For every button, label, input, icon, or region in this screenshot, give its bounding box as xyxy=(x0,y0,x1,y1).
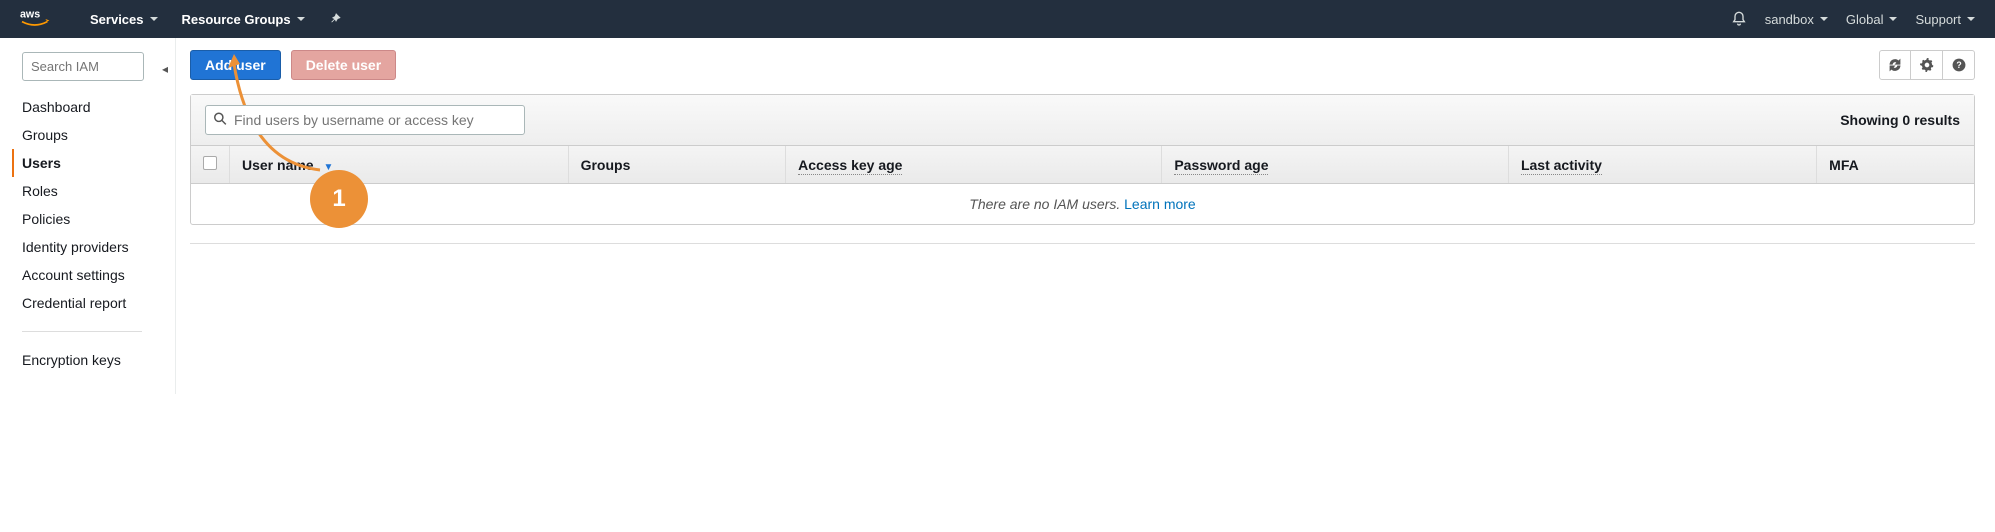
gear-icon xyxy=(1920,58,1934,72)
sidebar-item-account-settings[interactable]: Account settings xyxy=(12,261,160,289)
empty-state-text: There are no IAM users. xyxy=(969,196,1124,212)
column-access-key-age-label: Access key age xyxy=(798,157,902,175)
chevron-down-icon xyxy=(150,17,158,21)
chevron-down-icon xyxy=(1820,17,1828,21)
panel-header: Showing 0 results xyxy=(191,95,1974,146)
nav-resource-groups[interactable]: Resource Groups xyxy=(182,12,305,27)
column-groups[interactable]: Groups xyxy=(568,146,786,184)
nav-services-label: Services xyxy=(90,12,144,27)
sidebar-item-credential-report[interactable]: Credential report xyxy=(12,289,160,317)
nav-support[interactable]: Support xyxy=(1915,12,1975,27)
sidebar-item-users[interactable]: Users xyxy=(12,149,160,177)
column-mfa[interactable]: MFA xyxy=(1817,146,1974,184)
sidebar-divider xyxy=(22,331,142,332)
bottom-rule xyxy=(190,243,1975,244)
chevron-down-icon xyxy=(1889,17,1897,21)
sort-asc-icon: ▼ xyxy=(323,162,333,173)
refresh-icon xyxy=(1888,58,1902,72)
nav-resource-groups-label: Resource Groups xyxy=(182,12,291,27)
chevron-down-icon xyxy=(297,17,305,21)
chevron-down-icon xyxy=(1967,17,1975,21)
svg-text:aws: aws xyxy=(20,9,40,21)
column-password-age-label: Password age xyxy=(1174,157,1268,175)
results-count: Showing 0 results xyxy=(1840,112,1960,128)
sidebar-item-encryption-keys[interactable]: Encryption keys xyxy=(12,346,160,374)
help-button[interactable]: ? xyxy=(1943,50,1975,80)
search-icon xyxy=(213,112,227,129)
users-panel: Showing 0 results User name ▼ Groups Acc… xyxy=(190,94,1975,225)
sidebar-item-policies[interactable]: Policies xyxy=(12,205,160,233)
nav-support-label: Support xyxy=(1915,12,1961,27)
filter-users-input[interactable] xyxy=(205,105,525,135)
top-nav-right: sandbox Global Support xyxy=(1731,11,1975,27)
nav-notifications[interactable] xyxy=(1731,11,1747,27)
svg-text:?: ? xyxy=(1956,60,1961,70)
top-nav-bar: aws Services Resource Groups sandbox xyxy=(0,0,1995,38)
checkbox-icon xyxy=(203,156,217,170)
bell-icon xyxy=(1731,11,1747,27)
help-icon: ? xyxy=(1952,58,1966,72)
filter-box xyxy=(205,105,525,135)
column-username[interactable]: User name ▼ xyxy=(230,146,569,184)
top-nav-left: Services Resource Groups xyxy=(90,12,343,27)
users-table: User name ▼ Groups Access key age Passwo… xyxy=(191,146,1974,224)
column-last-activity[interactable]: Last activity xyxy=(1508,146,1816,184)
sidebar-collapse-handle[interactable]: ◂ xyxy=(160,38,176,394)
add-user-button[interactable]: Add user xyxy=(190,50,281,80)
sidebar: Dashboard Groups Users Roles Policies Id… xyxy=(0,38,160,394)
settings-button[interactable] xyxy=(1911,50,1943,80)
column-select-all[interactable] xyxy=(191,146,230,184)
column-username-label: User name xyxy=(242,157,314,173)
aws-logo[interactable]: aws xyxy=(20,7,60,31)
nav-pin[interactable] xyxy=(329,12,343,26)
toolbar: Add user Delete user ? xyxy=(190,50,1975,80)
column-last-activity-label: Last activity xyxy=(1521,157,1602,175)
nav-region-label: Global xyxy=(1846,12,1884,27)
nav-services[interactable]: Services xyxy=(90,12,158,27)
refresh-button[interactable] xyxy=(1879,50,1911,80)
chevron-left-icon: ◂ xyxy=(162,62,168,76)
sidebar-nav-bottom: Encryption keys xyxy=(22,346,160,374)
column-access-key-age[interactable]: Access key age xyxy=(786,146,1162,184)
sidebar-item-dashboard[interactable]: Dashboard xyxy=(12,93,160,121)
empty-state-row: There are no IAM users. Learn more xyxy=(191,184,1974,225)
nav-region[interactable]: Global xyxy=(1846,12,1898,27)
search-iam-input[interactable] xyxy=(22,52,144,81)
sidebar-nav: Dashboard Groups Users Roles Policies Id… xyxy=(22,93,160,317)
aws-logo-icon: aws xyxy=(20,7,60,31)
nav-account-label: sandbox xyxy=(1765,12,1814,27)
column-password-age[interactable]: Password age xyxy=(1162,146,1509,184)
delete-user-button[interactable]: Delete user xyxy=(291,50,396,80)
sidebar-item-groups[interactable]: Groups xyxy=(12,121,160,149)
toolbar-icon-group: ? xyxy=(1879,50,1975,80)
nav-account[interactable]: sandbox xyxy=(1765,12,1828,27)
pin-icon xyxy=(329,12,343,26)
sidebar-item-roles[interactable]: Roles xyxy=(12,177,160,205)
sidebar-item-identity-providers[interactable]: Identity providers xyxy=(12,233,160,261)
main-content: Add user Delete user ? xyxy=(176,38,1995,394)
learn-more-link[interactable]: Learn more xyxy=(1124,196,1196,212)
